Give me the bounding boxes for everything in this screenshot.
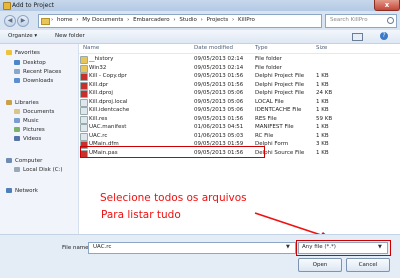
- file-name-value: UAC.rc: [93, 244, 112, 250]
- file-type-highlight: [296, 240, 391, 256]
- open-button[interactable]: Open: [298, 258, 342, 272]
- file-name-input[interactable]: UAC.rc ▼: [88, 242, 296, 254]
- dialog-footer: File name: UAC.rc ▼ Any file (*.*) ▼ Ope…: [0, 234, 400, 278]
- file-name-label: File name:: [62, 245, 91, 251]
- chevron-down-icon[interactable]: ▼: [286, 244, 290, 250]
- cancel-button[interactable]: Cancel: [346, 258, 390, 272]
